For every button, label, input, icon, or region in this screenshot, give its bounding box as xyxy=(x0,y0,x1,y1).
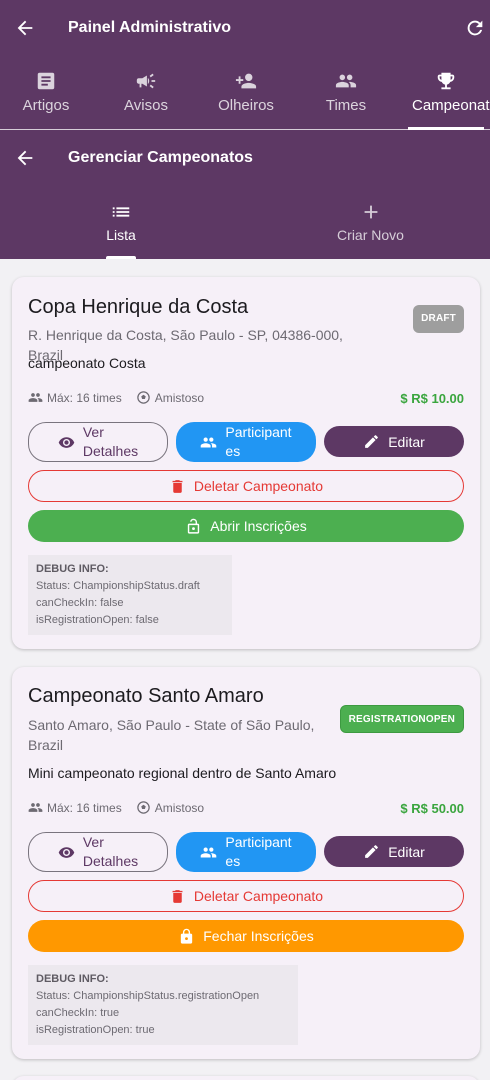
debug-status: Status: ChampionshipStatus.registrationO… xyxy=(36,990,260,1002)
delete-championship-button[interactable]: Deletar Campeonato xyxy=(28,880,464,912)
trash-icon xyxy=(172,479,183,493)
championship-card: Copa Henrique da Costa R. Henrique da Co… xyxy=(12,277,480,649)
tab-label: Lista xyxy=(106,227,136,243)
button-label: Abrir Inscrições xyxy=(210,518,307,534)
trophy-icon xyxy=(437,72,455,90)
tab-avisos[interactable]: Avisos xyxy=(100,58,192,130)
view-details-button[interactable]: Ver Detalhes xyxy=(28,422,168,462)
open-registration-button[interactable]: Abrir Inscrições xyxy=(28,510,464,542)
group-icon xyxy=(28,803,43,812)
close-registration-button[interactable]: Fechar Inscrições xyxy=(28,920,464,952)
list-icon xyxy=(112,207,130,217)
sub-tab-bar: Lista Criar Novo xyxy=(0,186,490,259)
group-icon xyxy=(335,74,357,88)
delete-championship-button[interactable]: Deletar Campeonato xyxy=(28,470,464,502)
app-title: Painel Administrativo xyxy=(68,19,231,36)
button-label-line: Participant xyxy=(225,424,292,440)
debug-header: DEBUG INFO: xyxy=(36,973,109,985)
championship-name: Campeonato Santo Amaro xyxy=(28,685,264,707)
debug-info: DEBUG INFO: Status: ChampionshipStatus.d… xyxy=(28,555,232,635)
button-label-line: Detalhes xyxy=(82,853,139,869)
button-label-line: es xyxy=(225,853,241,869)
article-icon xyxy=(37,72,55,90)
max-teams: Máx: 16 times xyxy=(47,391,122,405)
button-label-line: Ver xyxy=(82,834,104,850)
championship-description: campeonato Costa xyxy=(28,355,146,371)
status-badge: DRAFT xyxy=(413,305,464,333)
button-label: Deletar Campeonato xyxy=(193,888,324,904)
championship-name: Copa Henrique da Costa xyxy=(28,296,249,318)
participants-button[interactable]: Participant es xyxy=(176,832,316,872)
back-arrow-icon[interactable] xyxy=(14,17,36,39)
refresh-icon[interactable] xyxy=(464,17,486,39)
lock-icon xyxy=(181,928,193,944)
tab-label: Times xyxy=(325,97,367,114)
debug-registration-open: isRegistrationOpen: true xyxy=(36,1024,155,1036)
plus-icon xyxy=(364,205,377,219)
tab-label: Campeonatos xyxy=(412,97,490,114)
group-icon xyxy=(201,437,217,447)
person-add-icon xyxy=(235,73,257,89)
button-label-line: Ver xyxy=(82,424,104,440)
group-icon xyxy=(28,393,43,402)
debug-info: DEBUG INFO: Status: ChampionshipStatus.r… xyxy=(28,965,298,1045)
group-icon xyxy=(201,847,217,857)
tab-criar-novo[interactable]: Criar Novo xyxy=(248,186,490,259)
trash-icon xyxy=(172,889,183,903)
tab-label: Artigos xyxy=(22,97,70,114)
championship-card-partial xyxy=(12,1076,480,1080)
entry-price: $ R$ 50.00 xyxy=(400,801,464,816)
soccer-ball-icon xyxy=(136,391,150,404)
tab-artigos[interactable]: Artigos xyxy=(0,58,92,130)
page-title: Gerenciar Campeonatos xyxy=(68,149,253,166)
button-label: Editar xyxy=(388,433,425,450)
edit-button[interactable]: Editar xyxy=(324,836,464,867)
button-label-line: es xyxy=(225,443,241,459)
back-arrow-icon[interactable] xyxy=(14,147,36,169)
button-label-line: Detalhes xyxy=(82,443,139,459)
championship-card: Campeonato Santo Amaro Santo Amaro, São … xyxy=(12,667,480,1059)
tab-label: Criar Novo xyxy=(337,227,404,243)
eye-icon xyxy=(58,436,75,448)
lock-open-icon xyxy=(188,518,200,534)
tab-times[interactable]: Times xyxy=(300,58,392,130)
button-label: Deletar Campeonato xyxy=(193,478,324,494)
tab-olheiros[interactable]: Olheiros xyxy=(200,58,292,130)
main-tab-bar: Artigos Avisos Olheiros Times Campeonato… xyxy=(0,58,490,130)
view-details-button[interactable]: Ver Detalhes xyxy=(28,832,168,872)
debug-can-check-in: canCheckIn: false xyxy=(36,597,124,609)
pencil-icon xyxy=(365,435,379,448)
button-label: Fechar Inscrições xyxy=(203,928,314,944)
max-teams: Máx: 16 times xyxy=(47,801,122,815)
tab-label: Olheiros xyxy=(218,97,274,114)
debug-registration-open: isRegistrationOpen: false xyxy=(36,614,159,626)
edit-button[interactable]: Editar xyxy=(324,426,464,457)
active-tab-indicator xyxy=(106,256,136,259)
championship-meta: Máx: 16 times Amistoso xyxy=(28,390,204,406)
eye-icon xyxy=(58,846,75,858)
championship-description: Mini campeonato regional dentro de Santo… xyxy=(28,765,337,781)
debug-header: DEBUG INFO: xyxy=(36,563,109,575)
championship-meta: Máx: 16 times Amistoso xyxy=(28,800,204,816)
status-badge: REGISTRATIONOPEN xyxy=(339,705,464,733)
button-label-line: Participant xyxy=(225,834,292,850)
tab-lista[interactable]: Lista xyxy=(0,186,242,259)
sub-app-bar: Gerenciar Campeonatos xyxy=(0,130,490,186)
debug-can-check-in: canCheckIn: true xyxy=(36,1007,120,1019)
debug-status: Status: ChampionshipStatus.draft xyxy=(36,580,200,592)
megaphone-icon xyxy=(136,73,156,89)
championship-address: Santo Amaro, São Paulo - State of São Pa… xyxy=(28,717,315,753)
pencil-icon xyxy=(365,845,379,858)
participants-button[interactable]: Participant es xyxy=(176,422,316,462)
championship-type: Amistoso xyxy=(154,801,205,815)
app-bar: Painel Administrativo xyxy=(0,0,490,58)
soccer-ball-icon xyxy=(136,801,150,814)
championship-type: Amistoso xyxy=(154,391,205,405)
button-label: Editar xyxy=(388,843,425,860)
entry-price: $ R$ 10.00 xyxy=(400,391,464,406)
tab-campeonatos[interactable]: Campeonatos xyxy=(408,58,490,130)
tab-label: Avisos xyxy=(124,97,168,114)
